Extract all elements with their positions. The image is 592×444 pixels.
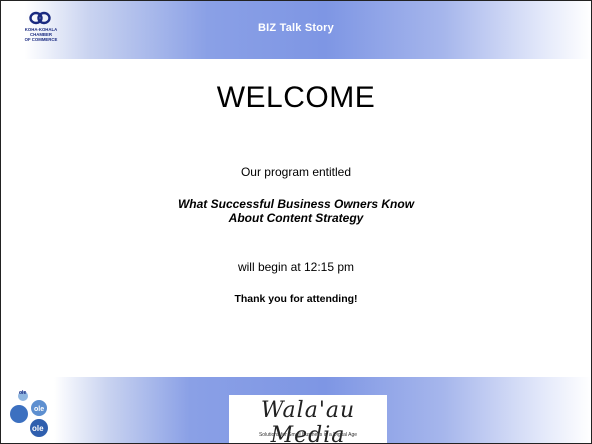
svg-text:ole: ole	[32, 424, 44, 433]
header-title: BIZ Talk Story	[258, 22, 334, 34]
program-title: What Successful Business Owners Know Abo…	[96, 197, 496, 225]
thanks-text: Thank you for attending!	[234, 293, 358, 305]
welcome-heading: WELCOME	[216, 81, 376, 114]
program-title-line: What Successful Business Owners Know	[177, 197, 415, 211]
program-title-line: About Content Strategy	[228, 211, 364, 225]
intro-text: Our program entitled	[240, 165, 352, 179]
svg-text:ole: ole	[19, 390, 26, 396]
chamber-line: OF COMMERCE	[24, 37, 58, 42]
svg-text:ole: ole	[34, 406, 44, 413]
start-time-text: will begin at 12:15 pm	[237, 260, 355, 274]
chamber-mark-icon	[29, 11, 51, 25]
chamber-logo: KOHA-KOHALA CHAMBER OF COMMERCE	[15, 11, 67, 59]
walaau-media-tagline: Solutions for Small Business in a Digita…	[258, 432, 358, 438]
chamber-logo-text: KOHA-KOHALA CHAMBER OF COMMERCE	[15, 27, 67, 42]
walaau-media-logo: Wala'au Media Solutions for Small Busine…	[229, 395, 387, 443]
slide: BIZ Talk Story KOHA-KOHALA CHAMBER OF CO…	[0, 0, 592, 444]
ole-logos-icon: ole ole ole	[10, 390, 48, 437]
